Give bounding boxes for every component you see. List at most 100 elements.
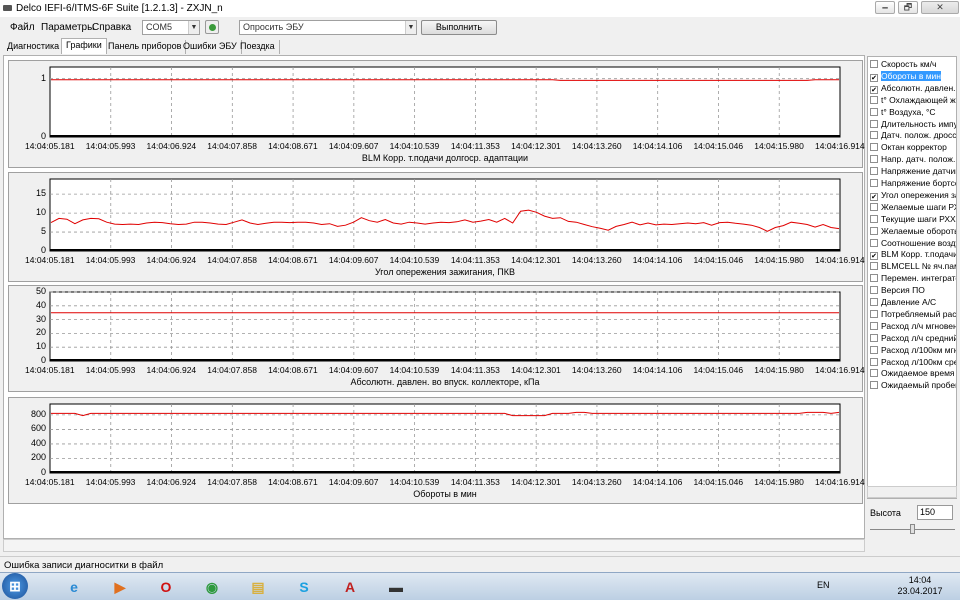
checkbox[interactable] — [870, 262, 878, 271]
parameter-item[interactable]: t° Воздуха, °C — [870, 107, 956, 119]
close-button[interactable]: ✕ — [921, 1, 959, 14]
tab-dashboard[interactable]: Панель приборов — [104, 40, 187, 54]
checkbox[interactable] — [870, 309, 878, 318]
parameter-list-scrollbar[interactable] — [867, 486, 957, 498]
media-player-icon[interactable]: ▶ — [102, 575, 138, 599]
checkbox[interactable] — [870, 143, 878, 152]
checkbox[interactable] — [870, 119, 878, 128]
chrome-icon[interactable]: ◉ — [194, 575, 230, 599]
ie-icon[interactable]: e — [56, 575, 92, 599]
parameter-item[interactable]: Датч. полож. дросселя — [870, 130, 956, 142]
parameter-item[interactable]: Ожидаемый пробег — [870, 380, 956, 392]
skype-icon[interactable]: S — [286, 575, 322, 599]
x-tick-label: 14:04:05.993 — [85, 255, 136, 265]
checkbox[interactable] — [870, 274, 878, 283]
checkbox[interactable] — [870, 333, 878, 342]
checkbox[interactable] — [870, 202, 878, 211]
menu-help[interactable]: Справка — [92, 22, 131, 33]
tab-charts[interactable]: Графики — [61, 38, 107, 54]
x-tick-label: 14:04:12.301 — [511, 141, 561, 151]
checkbox[interactable] — [870, 107, 878, 116]
checkbox[interactable] — [870, 60, 878, 68]
parameter-item[interactable]: Перемен. интегратор — [870, 273, 956, 285]
parameter-list[interactable]: Скорость км/ч ✔ Обороты в мин ✔ Абсолютн. да… — [867, 56, 957, 499]
x-tick-label: 14:04:15.980 — [754, 365, 804, 375]
checkbox[interactable] — [870, 321, 878, 330]
x-tick-label: 14:04:11.353 — [450, 365, 500, 375]
menu-parameters[interactable]: Параметры — [41, 22, 94, 33]
parameter-item[interactable]: Расход л/100км мгнов — [870, 345, 956, 357]
parameter-item[interactable]: Потребляемый расход — [870, 309, 956, 321]
maximize-button[interactable]: 🗗 — [898, 1, 918, 14]
parameter-item[interactable]: ✔Абсолютн. давлен. во — [870, 82, 956, 95]
height-stepper[interactable]: 150 — [917, 505, 953, 520]
parameter-item[interactable]: Напряжение датчика — [870, 166, 956, 178]
parameter-item[interactable]: ✔ BLM Корр. т.подачи — [870, 249, 956, 261]
ac-icon[interactable]: A — [332, 575, 368, 599]
horizontal-scrollbar[interactable] — [3, 539, 865, 552]
tab-ecu-errors[interactable]: Ошибки ЭБУ — [179, 40, 242, 54]
start-button-icon[interactable]: ⊞ — [2, 573, 28, 599]
x-tick-label: 14:04:05.993 — [85, 141, 136, 151]
minimize-button[interactable]: 🗕 — [875, 1, 895, 14]
checkbox[interactable] — [870, 298, 878, 306]
plot-background — [49, 403, 841, 474]
parameter-label: Абсолютн. давлен. во — [881, 82, 956, 93]
parameter-item[interactable]: t° Охлаждающей жидк — [870, 95, 956, 107]
parameter-item[interactable]: Расход л/ч средний — [870, 333, 956, 345]
chart-panel-ignition: 14:04:05.181 14:04:05.993 14:04:06.924 14:0… — [8, 172, 865, 282]
parameter-label: Угол опережения зажи — [881, 189, 956, 200]
checkbox[interactable] — [870, 131, 878, 140]
parameter-item[interactable]: BLMCELL № яч.памяти — [870, 261, 956, 273]
language-indicator[interactable]: EN — [817, 580, 830, 590]
parameter-item[interactable]: Напр. датч. полож. др — [870, 154, 956, 166]
checkbox[interactable] — [870, 179, 878, 187]
checkbox[interactable] — [870, 214, 878, 223]
checkbox[interactable] — [870, 381, 878, 390]
parameter-item[interactable]: Давление А/С — [870, 297, 956, 309]
tab-diagnostics[interactable]: Диагностика — [3, 40, 65, 54]
run-button[interactable]: Выполнить — [421, 20, 497, 35]
checkbox[interactable] — [870, 155, 878, 164]
port-select[interactable]: COM5 ▼ — [142, 20, 200, 35]
checkbox[interactable] — [870, 286, 878, 295]
opera-icon[interactable]: O — [148, 575, 184, 599]
tab-trip[interactable]: Поездка — [236, 40, 280, 54]
port-value: COM5 — [146, 22, 173, 32]
parameter-item[interactable]: Желаемые шаги РХХ — [870, 202, 956, 214]
status-message: Ошибка записи диагноситки в файл — [4, 560, 164, 571]
parameter-item[interactable]: Ожидаемое время работ — [870, 368, 956, 380]
height-slider-thumb[interactable] — [910, 524, 915, 534]
x-tick-label: 14:04:09.607 — [328, 365, 379, 375]
checkbox[interactable] — [870, 345, 878, 354]
checkbox[interactable] — [870, 369, 878, 378]
parameter-item[interactable]: Расход л/100км средн — [870, 357, 956, 369]
parameter-item[interactable]: Напряжение бортсети — [870, 178, 956, 190]
parameter-item[interactable]: Желаемые обороты — [870, 226, 956, 238]
parameter-item[interactable]: Расход л/ч мгновенный — [870, 321, 956, 333]
checkbox[interactable] — [870, 357, 878, 366]
parameter-item[interactable]: Версия ПО — [870, 285, 956, 297]
checkbox[interactable]: ✔ — [870, 252, 878, 261]
parameter-item[interactable]: Соотношение воздух — [870, 238, 956, 250]
clock[interactable]: 14:04 23.04.2017 — [895, 575, 945, 597]
x-tick-label: 14:04:16.914 — [815, 365, 865, 375]
checkbox[interactable]: ✔ — [870, 73, 878, 82]
parameter-item[interactable]: ✔Угол опережения зажи — [870, 189, 956, 202]
parameter-item[interactable]: ✔ Обороты в мин — [870, 70, 956, 83]
checkbox[interactable] — [870, 238, 878, 247]
connect-button[interactable] — [205, 20, 219, 34]
explorer-icon[interactable]: ▤ — [240, 575, 276, 599]
checkbox[interactable] — [870, 167, 878, 176]
checkbox[interactable] — [870, 95, 878, 104]
parameter-item[interactable]: Текущие шаги РХХ — [870, 214, 956, 226]
device-icon[interactable]: ▬ — [378, 575, 414, 599]
checkbox[interactable]: ✔ — [870, 192, 878, 201]
menu-file[interactable]: Файл — [10, 22, 35, 33]
checkbox[interactable] — [870, 226, 878, 235]
parameter-item[interactable]: Октан корректор — [870, 142, 956, 154]
parameter-item[interactable]: Скорость км/ч — [870, 59, 956, 71]
parameter-item[interactable]: Длительность импульс — [870, 119, 956, 131]
checkbox[interactable]: ✔ — [870, 85, 878, 94]
request-select[interactable]: Опросить ЭБУ ▼ — [239, 20, 417, 35]
